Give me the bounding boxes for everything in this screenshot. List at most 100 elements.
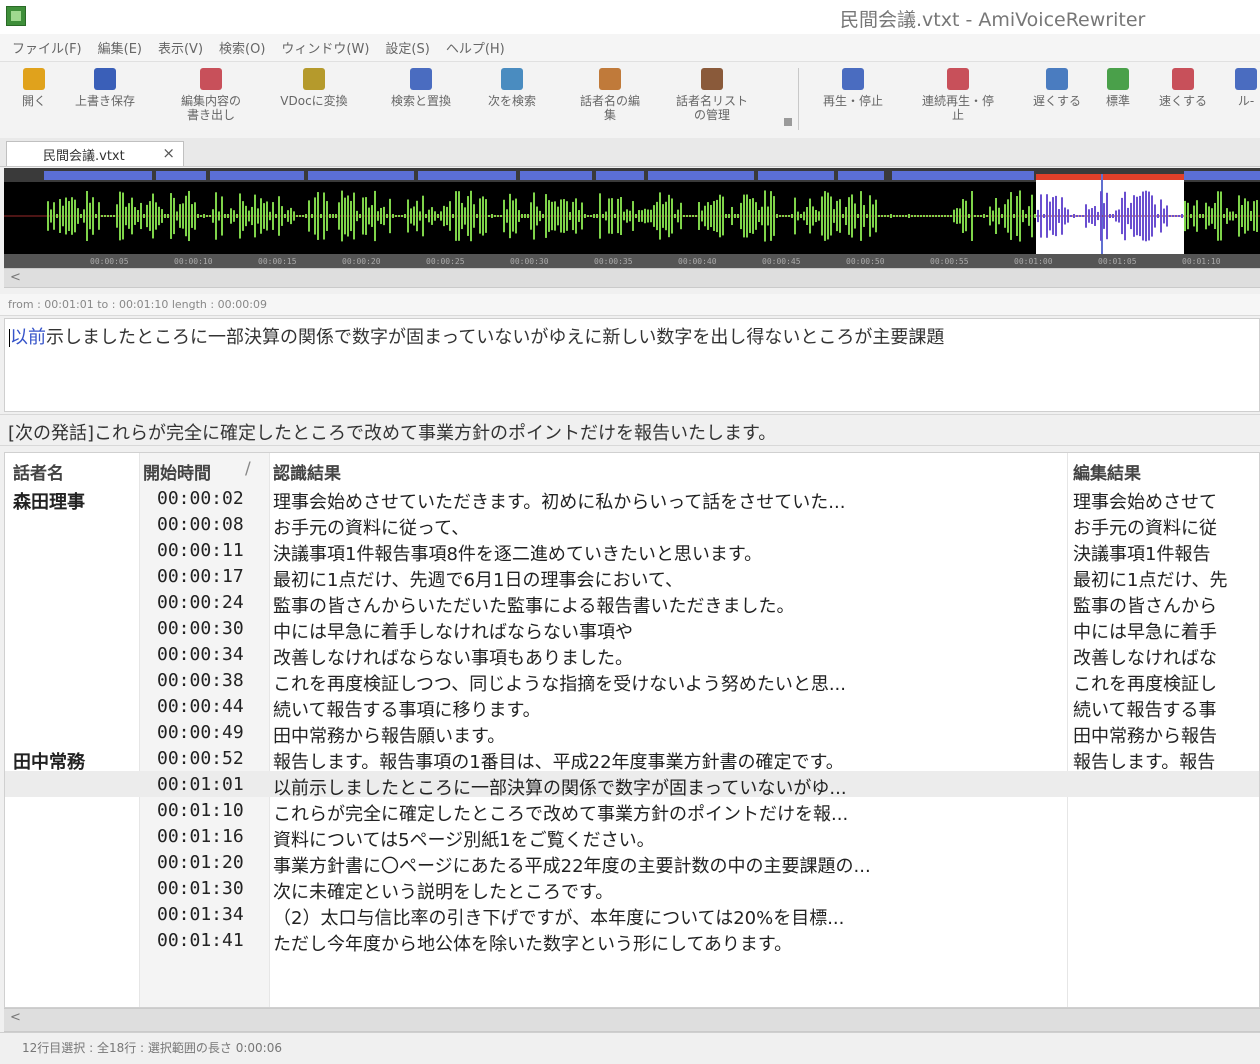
loop-button[interactable]: ル- xyxy=(1226,66,1260,108)
continuous-play-icon xyxy=(947,68,969,90)
editor-highlight: 以前 xyxy=(10,327,46,348)
folder-icon xyxy=(23,68,45,90)
waveform-svg[interactable]: 00:00:05 00:00:10 00:00:15 00:00:20 00:00:25… xyxy=(4,168,1260,268)
timeline-label: 00:00:55 xyxy=(930,257,969,266)
table-row[interactable]: 00:00:11 決議事項1件報告事項8件を逐二進めていきたいと思います。 決議事項… xyxy=(5,537,1259,565)
segment-marker xyxy=(596,171,644,180)
next-utterance-text: [次の発話]これらが完全に確定したところで改めて事業方針のポイントだけを報告いた… xyxy=(8,423,777,444)
toolbar-separator xyxy=(798,68,799,130)
segment-marker xyxy=(838,171,884,180)
normal-speed-button[interactable]: 標準 xyxy=(1096,66,1140,108)
slow-button[interactable]: 遅くする xyxy=(1024,66,1090,108)
export-button[interactable]: 編集内容の 書き出し xyxy=(166,66,256,122)
play-stop-button[interactable]: 再生・停止 xyxy=(810,66,896,108)
document-tab-label: 民間会議.vtxt xyxy=(43,148,125,164)
timeline-label: 00:00:45 xyxy=(762,257,801,266)
header-edit-result[interactable]: 編集結果 xyxy=(1073,459,1141,484)
speaker-list-button[interactable]: 話者名リスト の管理 xyxy=(664,66,760,122)
find-replace-button[interactable]: 検索と置換 xyxy=(378,66,464,108)
menu-edit[interactable]: 編集(E) xyxy=(98,38,142,57)
table-row[interactable]: 田中常務 00:00:52 報告します。報告事項の1番目は、平成22年度事業方針書の… xyxy=(5,745,1259,773)
table-row[interactable]: 00:01:41 ただし今年度から地公体を除いた数字という形にしてあります。 xyxy=(5,927,1259,955)
loop-icon xyxy=(1235,68,1257,90)
menu-help[interactable]: ヘルプ(H) xyxy=(446,38,505,57)
app-icon xyxy=(6,6,26,26)
menu-window[interactable]: ウィンドウ(W) xyxy=(281,38,369,57)
table-row[interactable]: 00:01:16 資料については5ページ別紙1をご覧ください。 xyxy=(5,823,1259,851)
table-row[interactable]: 森田理事 00:00:02 理事会始めさせていただきます。初めに私からいって話をさせ… xyxy=(5,485,1259,513)
table-row[interactable]: 00:01:01 以前示しましたところに一部決算の関係で数字が固まっていないがゆ.… xyxy=(5,771,1259,799)
start-time-cell: 00:00:24 xyxy=(157,592,244,613)
table-row[interactable]: 00:00:34 改善しなければならない事項もありました。 改善しなければな xyxy=(5,641,1259,669)
table-row[interactable]: 00:00:24 監事の皆さんからいただいた監事による報告書いただきました。 監事の… xyxy=(5,589,1259,617)
status-bar: 12行目選択 : 全18行 : 選択範囲の長さ 0:00:06 xyxy=(0,1032,1260,1064)
table-row[interactable]: 00:01:30 次に未確定という説明をしたところです。 xyxy=(5,875,1259,903)
menu-file[interactable]: ファイル(F) xyxy=(12,38,82,57)
start-time-cell: 00:00:17 xyxy=(157,566,244,587)
header-start-time[interactable]: 開始時間 xyxy=(143,459,211,484)
scroll-left-icon[interactable]: < xyxy=(10,269,21,287)
normal-speed-icon xyxy=(1107,68,1129,90)
segment-marker xyxy=(648,171,754,180)
binoculars-next-icon xyxy=(501,68,523,90)
convert-vdoc-button[interactable]: VDocに変換 xyxy=(268,66,360,108)
table-row[interactable]: 00:01:10 これらが完全に確定したところで改めて事業方針のポイントだけを報.… xyxy=(5,797,1259,825)
editor-rest: 示しましたところに一部決算の関係で数字が固まっていないがゆえに新しい数字を出し得… xyxy=(46,327,945,348)
table-row[interactable]: 00:01:20 事業方針書に〇ページにあたる平成22年度の主要計数の中の主要課題… xyxy=(5,849,1259,877)
edit-speaker-button[interactable]: 話者名の編 集 xyxy=(562,66,658,122)
menu-view[interactable]: 表示(V) xyxy=(158,38,203,57)
segment-marker xyxy=(418,171,516,180)
continuous-play-button[interactable]: 連続再生・停 止 xyxy=(906,66,1010,122)
scroll-left-icon[interactable]: < xyxy=(10,1009,21,1027)
fast-button[interactable]: 速くする xyxy=(1150,66,1216,108)
start-time-cell: 00:01:41 xyxy=(157,930,244,951)
convert-icon xyxy=(303,68,325,90)
toolbar-grip[interactable] xyxy=(784,118,792,126)
start-time-cell: 00:00:11 xyxy=(157,540,244,561)
waveform-view[interactable]: 00:00:05 00:00:10 00:00:15 00:00:20 00:00:25… xyxy=(4,168,1260,268)
table-row[interactable]: 00:00:38 これを再度検証しつつ、同じような指摘を受けないよう努めたいと思.… xyxy=(5,667,1259,695)
start-time-cell: 00:01:20 xyxy=(157,852,244,873)
menu-search[interactable]: 検索(O) xyxy=(219,38,265,57)
start-time-cell: 00:00:49 xyxy=(157,722,244,743)
segment-marker xyxy=(520,171,592,180)
sort-indicator-icon: / xyxy=(245,459,251,479)
table-row[interactable]: 00:01:34 （2）太口与信比率の引き下げですが、本年度については20%を目標… xyxy=(5,901,1259,929)
save-icon xyxy=(94,68,116,90)
header-recognition[interactable]: 認識結果 xyxy=(273,459,341,484)
header-speaker[interactable]: 話者名 xyxy=(13,459,64,484)
document-tab[interactable]: 民間会議.vtxt × xyxy=(6,141,184,166)
play-stop-icon xyxy=(842,68,864,90)
table-row[interactable]: 00:00:44 続いて報告する事項に移ります。 続いて報告する事 xyxy=(5,693,1259,721)
open-button[interactable]: 開く xyxy=(14,66,54,108)
utterance-table[interactable]: 話者名 開始時間 / 認識結果 編集結果 森田理事 00:00:02 理事会始めさせ… xyxy=(4,452,1260,1008)
timeline-label: 00:00:05 xyxy=(90,257,129,266)
speaker-icon xyxy=(599,68,621,90)
utterance-editor[interactable]: 以前示しましたところに一部決算の関係で数字が固まっていないがゆえに新しい数字を出… xyxy=(4,318,1260,412)
table-row[interactable]: 00:00:08 お手元の資料に従って、 お手元の資料に従 xyxy=(5,511,1259,539)
timeline-label: 00:00:10 xyxy=(174,257,213,266)
selected-region-marker xyxy=(1036,174,1184,180)
title-bar: 民間会議.vtxt - AmiVoiceRewriter xyxy=(0,0,1260,35)
table-row[interactable]: 00:00:30 中には早急に着手しなければならない事項や 中には早急に着手 xyxy=(5,615,1259,643)
table-row[interactable]: 00:00:49 田中常務から報告願います。 田中常務から報告 xyxy=(5,719,1259,747)
timeline-label: 00:01:00 xyxy=(1014,257,1053,266)
start-time-cell: 00:00:52 xyxy=(157,748,244,769)
table-row[interactable]: 00:00:17 最初に1点だけ、先週で6月1日の理事会において、 最初に1点だけ、… xyxy=(5,563,1259,591)
editor-text[interactable]: 以前示しましたところに一部決算の関係で数字が固まっていないがゆえに新しい数字を出… xyxy=(9,323,944,349)
close-icon[interactable]: × xyxy=(162,144,175,162)
find-next-button[interactable]: 次を検索 xyxy=(474,66,550,108)
segment-marker xyxy=(1184,171,1260,180)
table-scrollbar[interactable]: < xyxy=(4,1008,1260,1032)
start-time-cell: 00:00:30 xyxy=(157,618,244,639)
timeline-label: 00:00:30 xyxy=(510,257,549,266)
menu-settings[interactable]: 設定(S) xyxy=(385,38,429,57)
status-text: 12行目選択 : 全18行 : 選択範囲の長さ 0:00:06 xyxy=(22,1041,282,1055)
segment-marker xyxy=(892,171,1034,180)
recognition-cell: ただし今年度から地公体を除いた数字という形にしてあります。 xyxy=(273,934,793,955)
timeline-label: 00:00:40 xyxy=(678,257,717,266)
start-time-cell: 00:01:34 xyxy=(157,904,244,925)
segment-marker xyxy=(156,171,206,180)
save-button[interactable]: 上書き保存 xyxy=(62,66,148,108)
waveform-scrollbar[interactable]: < xyxy=(4,268,1260,288)
